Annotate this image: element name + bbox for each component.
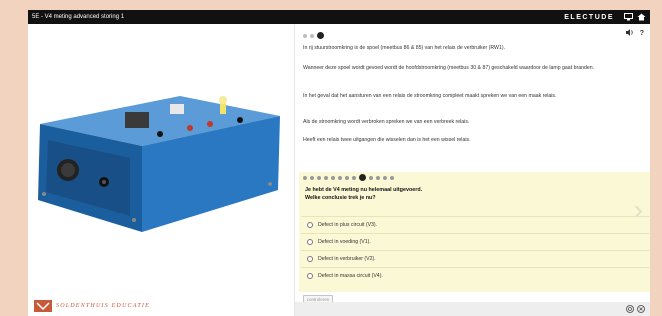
progress-dot[interactable] xyxy=(390,175,394,180)
option-label: Defect in plus circuit (V3). xyxy=(318,221,378,228)
progress-dot[interactable] xyxy=(345,175,349,180)
monitor-icon[interactable] xyxy=(623,13,633,22)
question-progress-dots xyxy=(303,174,397,181)
bottom-icons xyxy=(623,305,645,313)
progress-dot[interactable] xyxy=(317,175,321,180)
right-panel: ? In rij stuurstroomkring is de spoel (m… xyxy=(294,24,650,316)
bottom-bar xyxy=(295,302,650,316)
page-progress-dots xyxy=(303,32,327,39)
radio-button[interactable] xyxy=(307,255,313,262)
progress-dot[interactable] xyxy=(369,175,373,180)
progress-dot-current[interactable] xyxy=(317,32,324,39)
logo-mark-icon xyxy=(34,300,52,312)
paragraph: In rij stuurstroomkring is de spoel (mee… xyxy=(303,45,506,51)
option-label: Defect in massa circuit (V4). xyxy=(318,272,383,279)
question-line: Welke conclusie trek je nu? xyxy=(305,195,376,201)
paragraph: In het geval dat het aansturen van een r… xyxy=(303,93,557,99)
progress-dot[interactable] xyxy=(376,175,380,180)
question-block: Je hebt de V4 meting nu helemaal uitgevo… xyxy=(299,172,650,304)
company-logo: SOLDENTHUIS EDUCATIE xyxy=(34,300,150,312)
progress-dot[interactable] xyxy=(352,175,356,180)
progress-dot[interactable] xyxy=(303,175,307,180)
radio-button[interactable] xyxy=(307,272,313,279)
help-icon[interactable]: ? xyxy=(640,30,644,37)
progress-dot[interactable] xyxy=(303,33,307,38)
radio-button[interactable] xyxy=(307,221,313,228)
progress-dot[interactable] xyxy=(338,175,342,180)
radio-button[interactable] xyxy=(307,238,313,245)
settings-icon[interactable] xyxy=(626,305,634,313)
answer-option[interactable]: Defect in massa circuit (V4). xyxy=(301,267,649,283)
progress-dot[interactable] xyxy=(310,175,314,180)
relay-trainer-device-image xyxy=(38,96,280,232)
paragraph: Wanneer deze spoel wordt gevoed wordt de… xyxy=(303,65,595,71)
progress-dot[interactable] xyxy=(383,175,387,180)
speaker-icon[interactable] xyxy=(625,29,634,38)
option-label: Defect in voeding (V1). xyxy=(318,238,371,245)
progress-dot[interactable] xyxy=(324,175,328,180)
app-frame: 5E - V4 meting advanced storing 1 ELECTU… xyxy=(28,10,650,316)
answer-option[interactable]: Defect in voeding (V1). xyxy=(301,233,649,249)
question-text: Je hebt de V4 meting nu helemaal uitgevo… xyxy=(305,186,422,202)
logo-text: SOLDENTHUIS EDUCATIE xyxy=(56,303,150,309)
question-line: Je hebt de V4 meting nu helemaal uitgevo… xyxy=(305,187,423,193)
top-toolbar: ? xyxy=(620,29,644,38)
title-bar: 5E - V4 meting advanced storing 1 ELECTU… xyxy=(28,10,650,24)
paragraph: Als de stroomkring wordt verbroken sprek… xyxy=(303,119,470,125)
home-icon[interactable] xyxy=(636,13,646,22)
brand-name: ELECTUDE xyxy=(564,13,614,21)
answer-option[interactable]: Defect in plus circuit (V3). xyxy=(301,216,649,232)
progress-dot[interactable] xyxy=(310,33,314,38)
paragraph: Heeft een relais twee uitgangen die wiss… xyxy=(303,137,471,143)
window-title: 5E - V4 meting advanced storing 1 xyxy=(32,14,125,20)
progress-dot-current[interactable] xyxy=(359,174,366,181)
option-label: Defect in verbruiker (V2). xyxy=(318,255,376,262)
progress-dot[interactable] xyxy=(331,175,335,180)
answer-option[interactable]: Defect in verbruiker (V2). xyxy=(301,250,649,266)
close-icon[interactable] xyxy=(637,305,645,313)
left-panel: SOLDENTHUIS EDUCATIE xyxy=(28,24,294,316)
